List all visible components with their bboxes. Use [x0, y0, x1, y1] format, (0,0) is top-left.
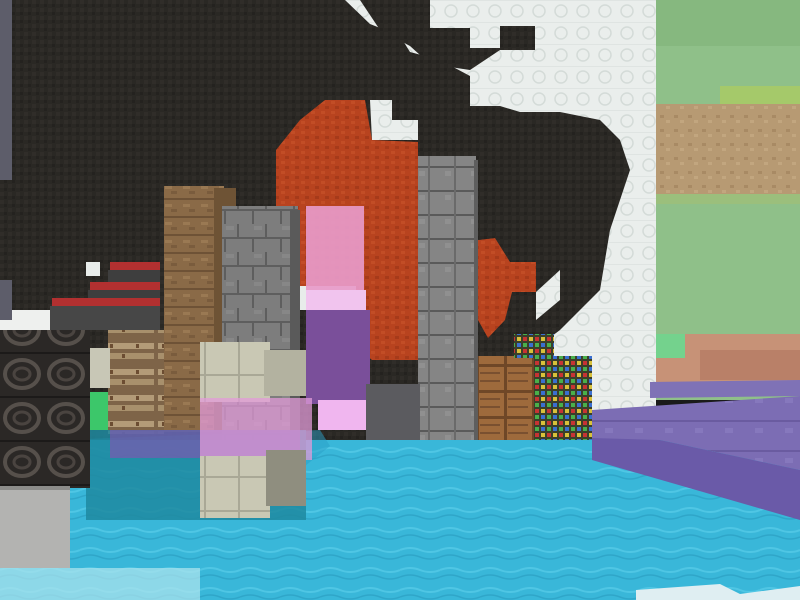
dark-stone-blocks [366, 384, 420, 444]
lamp-block-top [514, 334, 554, 358]
bookshelf-column [108, 330, 164, 434]
wooden-crates [478, 356, 536, 442]
pink-glass-column [306, 206, 370, 430]
distant-landscape [640, 0, 800, 400]
game-viewport[interactable] [0, 0, 800, 600]
world-render [0, 0, 800, 600]
stone-pillar [418, 156, 478, 444]
lamp-block-stack [534, 356, 592, 442]
